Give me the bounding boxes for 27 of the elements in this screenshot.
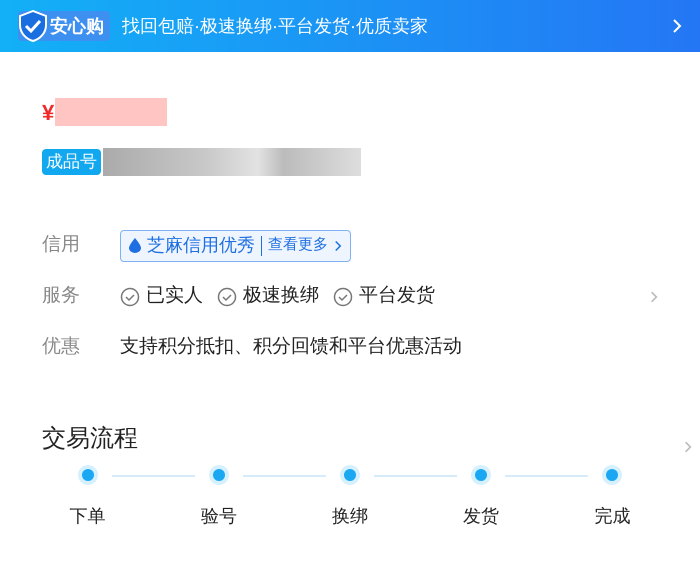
shield-check-icon bbox=[18, 10, 48, 42]
check-circle-icon bbox=[333, 286, 353, 306]
step-label: 完成 bbox=[594, 505, 630, 528]
row-label: 服务 bbox=[42, 284, 81, 308]
discount-text: 支持积分抵扣、积分回馈和平台优惠活动 bbox=[120, 335, 462, 360]
view-more-link[interactable]: 查看更多 bbox=[268, 234, 328, 257]
product-tag: 成品号 bbox=[42, 149, 101, 175]
row-label: 优惠 bbox=[42, 335, 81, 360]
banner-text: 找回包赔·极速换绑·平台发货·优质卖家 bbox=[122, 14, 428, 38]
step-label: 发货 bbox=[463, 505, 500, 528]
section-title: 交易流程 bbox=[42, 424, 138, 454]
check-circle-icon bbox=[217, 286, 237, 306]
credit-badge[interactable]: 芝麻信用优秀 查看更多 bbox=[120, 230, 351, 262]
guarantee-badge: 安心购 bbox=[18, 11, 110, 41]
step-label: 下单 bbox=[70, 505, 106, 528]
drop-icon bbox=[129, 238, 141, 253]
step-label: 验号 bbox=[200, 505, 237, 528]
service-label: 平台发货 bbox=[359, 284, 435, 308]
row-label: 信用 bbox=[42, 233, 81, 258]
step-label: 换绑 bbox=[332, 505, 368, 528]
check-circle-icon bbox=[120, 286, 140, 306]
service-label: 极速换绑 bbox=[243, 284, 319, 308]
guarantee-banner[interactable]: 安心购 找回包赔·极速换绑·平台发货·优质卖家 bbox=[0, 0, 700, 52]
credit-level: 芝麻信用优秀 bbox=[147, 234, 255, 257]
chevron-right-icon[interactable] bbox=[334, 240, 342, 252]
service-label: 已实人 bbox=[146, 284, 203, 308]
price-symbol: ¥ bbox=[42, 98, 54, 126]
